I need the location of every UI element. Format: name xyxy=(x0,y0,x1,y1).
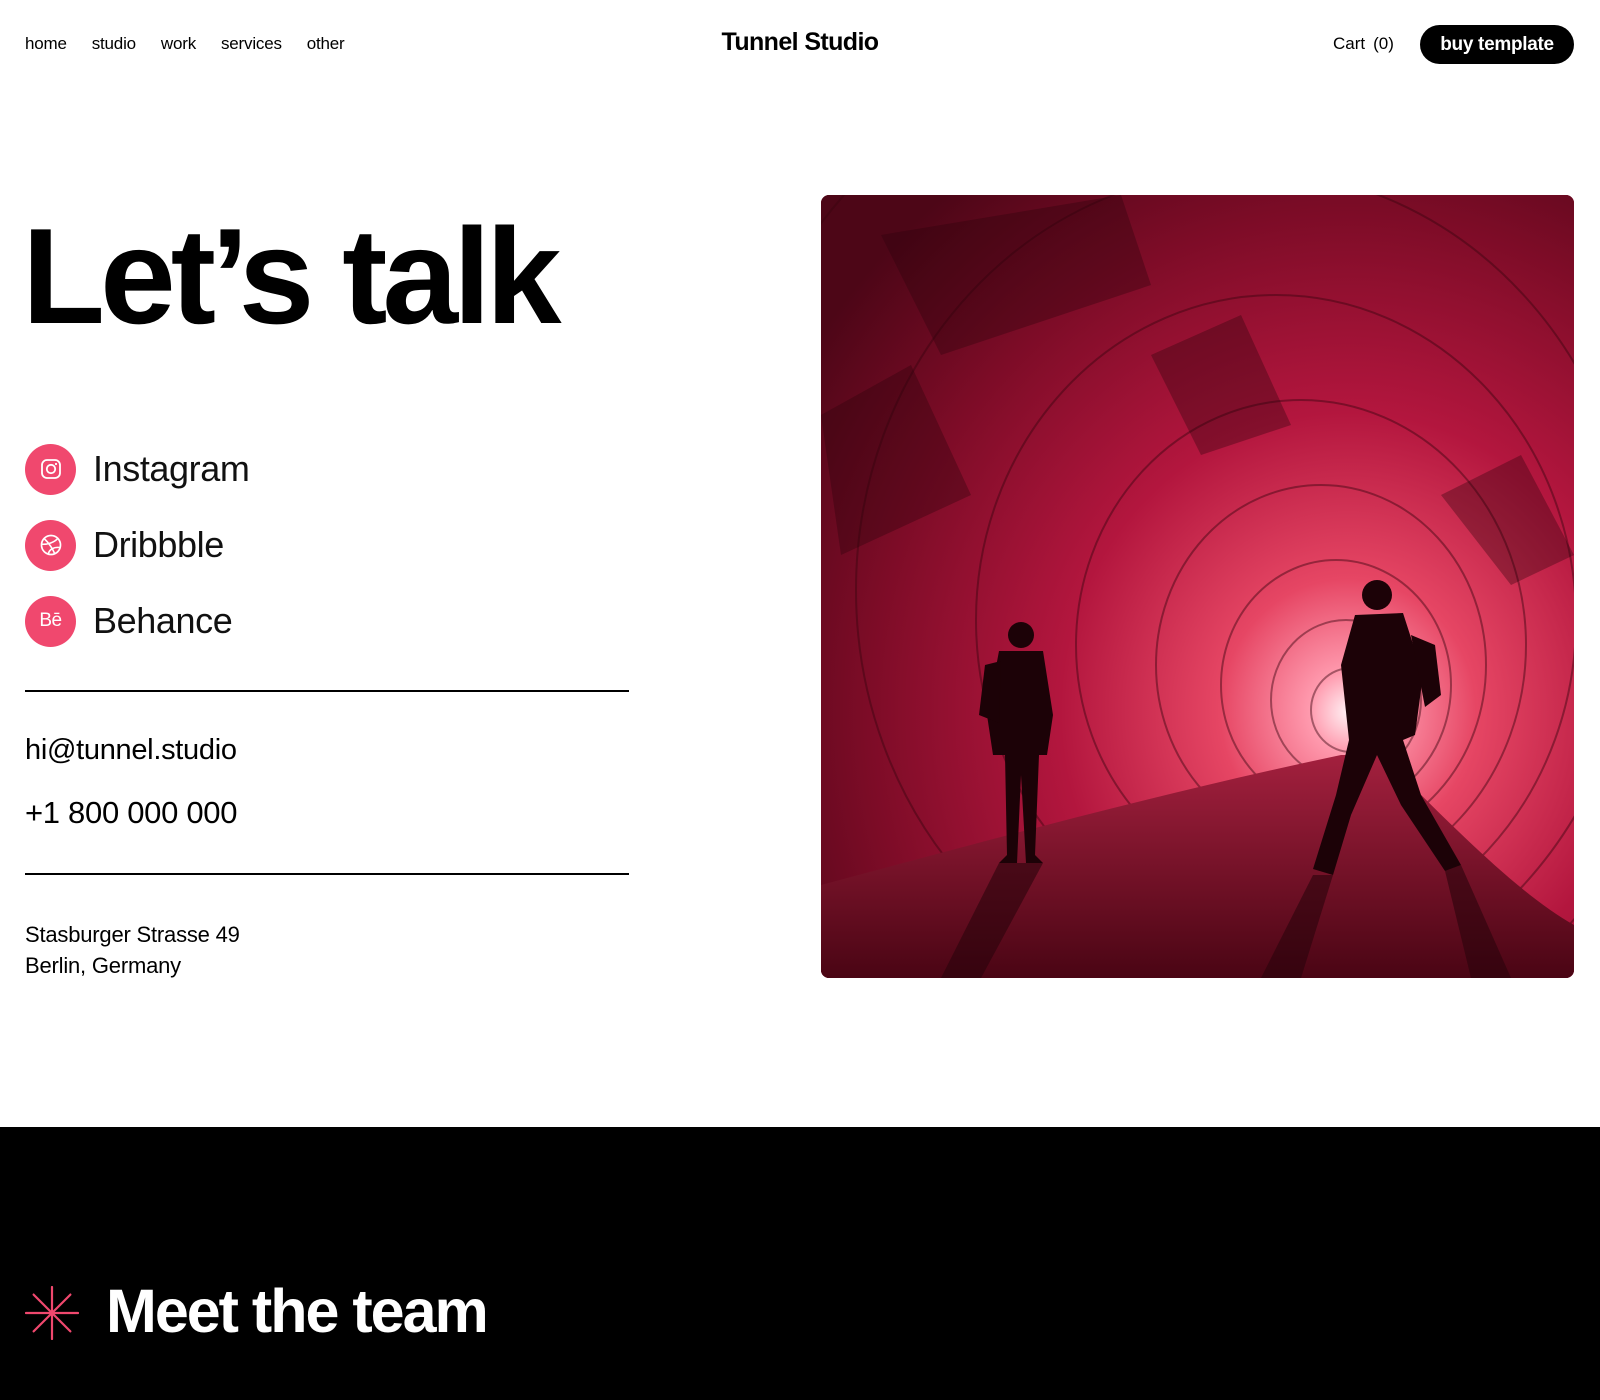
team-heading: Meet the team xyxy=(106,1277,489,1345)
team-section xyxy=(0,1127,1600,1400)
address-street: Stasburger Strasse 49 xyxy=(25,922,240,947)
social-link-dribbble[interactable]: Dribbble xyxy=(25,519,249,571)
divider-bottom xyxy=(25,873,629,875)
dribbble-icon xyxy=(25,519,76,571)
divider-top xyxy=(25,690,629,692)
behance-icon: Bē xyxy=(25,595,76,647)
phone-link[interactable]: +1 800 000 000 xyxy=(25,795,237,831)
social-link-behance[interactable]: Bē Behance xyxy=(25,595,249,647)
page-title: Let’s talk xyxy=(22,200,562,352)
page: home studio work services other Tunnel S… xyxy=(0,0,1600,1400)
site-header: home studio work services other Tunnel S… xyxy=(0,0,1600,90)
behance-glyph: Bē xyxy=(39,610,62,631)
address-city: Berlin, Germany xyxy=(25,953,181,978)
social-label-instagram: Instagram xyxy=(93,448,250,489)
social-label-dribbble: Dribbble xyxy=(93,524,224,565)
social-link-instagram[interactable]: Instagram xyxy=(25,443,250,495)
instagram-icon xyxy=(25,443,76,495)
email-link[interactable]: hi@tunnel.studio xyxy=(25,734,237,767)
asterisk-icon xyxy=(24,1285,80,1345)
social-label-behance: Behance xyxy=(93,600,233,641)
cart-count: (0) xyxy=(1373,34,1394,53)
address: Stasburger Strasse 49 Berlin, Germany xyxy=(25,919,240,981)
buy-template-button[interactable]: buy template xyxy=(1420,25,1574,64)
social-links: Instagram Dribbble Bē Behance xyxy=(25,443,250,647)
cart-label: Cart xyxy=(1333,34,1366,53)
tunnel-photo xyxy=(821,195,1574,978)
cart-link[interactable]: Cart (0) xyxy=(1333,34,1394,54)
